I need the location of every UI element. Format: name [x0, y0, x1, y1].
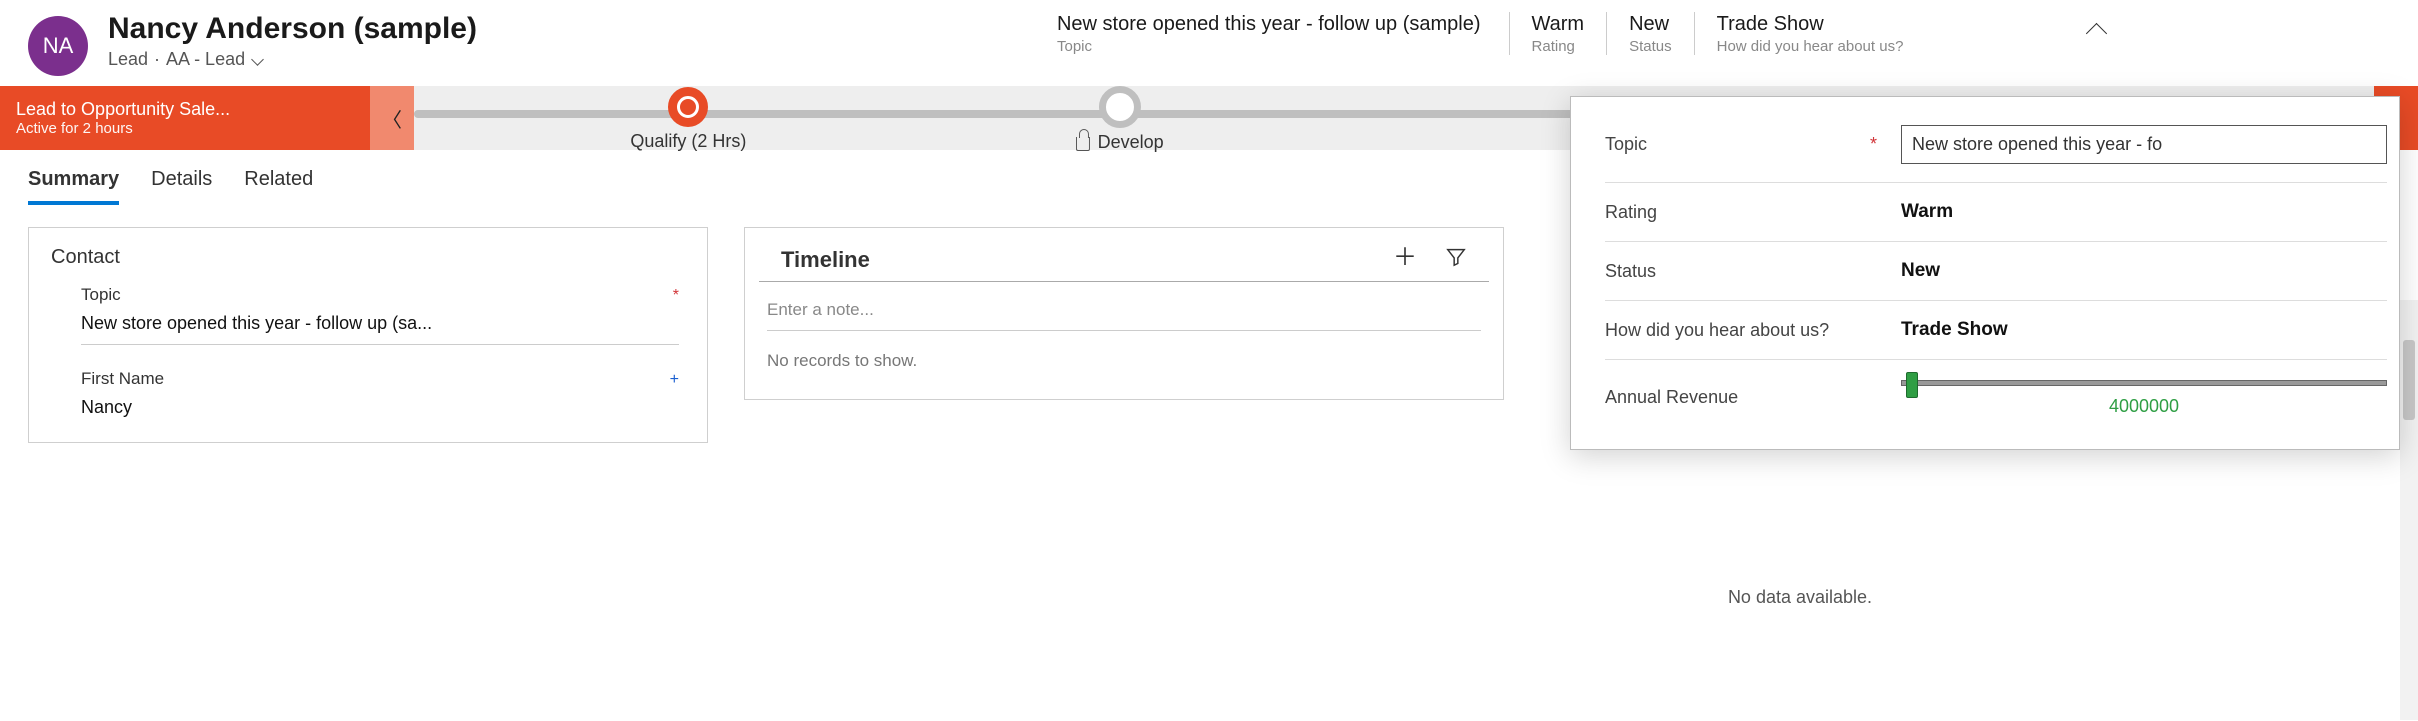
right-rail-empty: No data available.: [1540, 587, 2060, 608]
process-prev-button[interactable]: 〈: [370, 86, 414, 150]
timeline-card: Timeline ＋ Enter a note... No records to…: [744, 227, 1504, 400]
timeline-filter-button[interactable]: [1445, 246, 1467, 273]
header-field-label: How did you hear about us?: [1717, 38, 1904, 55]
timeline-title: Timeline: [781, 247, 870, 273]
timeline-add-button[interactable]: ＋: [1393, 246, 1417, 273]
vertical-scrollbar[interactable]: [2400, 300, 2418, 720]
recommended-indicator-icon: +: [670, 371, 679, 389]
flyout-row-source[interactable]: How did you hear about us? Trade Show: [1605, 301, 2387, 360]
header-field-label: Rating: [1532, 38, 1585, 55]
flyout-topic-input[interactable]: [1901, 125, 2387, 164]
flyout-row-topic: Topic *: [1605, 107, 2387, 183]
field-firstname[interactable]: First Name +: [29, 359, 707, 389]
chevron-down-icon[interactable]: [251, 53, 265, 67]
filter-icon: [1445, 246, 1467, 268]
timeline-note-input[interactable]: Enter a note...: [767, 300, 1481, 331]
header-field-value: Trade Show: [1717, 12, 1904, 36]
title-block: Nancy Anderson (sample) Lead · AA - Lead: [108, 12, 477, 70]
field-value-topic[interactable]: New store opened this year - follow up (…: [81, 305, 679, 345]
header-fields: New store opened this year - follow up (…: [1057, 12, 1925, 55]
contact-card: Contact Topic * New store opened this ye…: [28, 227, 708, 443]
stage-dot-icon: [1099, 86, 1141, 128]
flyout-value: New: [1901, 260, 2387, 282]
stage-develop[interactable]: Develop: [1076, 84, 1164, 153]
required-indicator-icon: *: [673, 287, 679, 305]
flyout-label: Status: [1605, 261, 1656, 282]
flyout-value: Warm: [1901, 201, 2387, 223]
tab-summary[interactable]: Summary: [28, 168, 119, 205]
field-label: First Name: [81, 369, 164, 389]
avatar: NA: [28, 16, 88, 76]
stage-label-text: Develop: [1098, 132, 1164, 153]
header-field-source[interactable]: Trade Show How did you hear about us?: [1694, 12, 1926, 55]
subtitle-sep: ·: [154, 49, 160, 70]
header-field-label: Topic: [1057, 38, 1481, 55]
header-field-rating[interactable]: Warm Rating: [1509, 12, 1607, 55]
header-field-label: Status: [1629, 38, 1672, 55]
revenue-slider[interactable]: [1901, 380, 2387, 386]
stage-label: Develop: [1076, 132, 1164, 153]
header-collapse-toggle[interactable]: [2085, 18, 2109, 42]
scrollbar-thumb[interactable]: [2403, 340, 2415, 420]
tab-related[interactable]: Related: [244, 168, 313, 205]
tab-details[interactable]: Details: [151, 168, 212, 205]
process-info[interactable]: Lead to Opportunity Sale... Active for 2…: [0, 86, 370, 150]
contact-section-title: Contact: [29, 228, 707, 275]
field-label: Topic: [81, 285, 121, 305]
timeline-empty-text: No records to show.: [745, 343, 1503, 399]
record-entity: Lead: [108, 49, 148, 70]
lock-icon: [1076, 137, 1090, 151]
flyout-label: Topic: [1605, 134, 1647, 155]
flyout-row-revenue[interactable]: Annual Revenue 4000000: [1605, 360, 2387, 435]
stage-qualify[interactable]: Qualify (2 Hrs): [630, 85, 746, 152]
header-edit-flyout: Topic * Rating Warm Status New How did y…: [1570, 96, 2400, 450]
flyout-label: How did you hear about us?: [1605, 320, 1829, 341]
plus-icon: ＋: [1393, 244, 1417, 271]
header-field-value: New: [1629, 12, 1672, 36]
header-field-topic[interactable]: New store opened this year - follow up (…: [1057, 12, 1509, 55]
record-header: NA Nancy Anderson (sample) Lead · AA - L…: [0, 0, 2418, 86]
revenue-value: 4000000: [1901, 396, 2387, 417]
process-name: Lead to Opportunity Sale...: [16, 99, 354, 120]
header-field-value: Warm: [1532, 12, 1585, 36]
chevron-left-icon: 〈: [382, 104, 402, 133]
header-field-status[interactable]: New Status: [1606, 12, 1694, 55]
process-duration: Active for 2 hours: [16, 120, 354, 137]
field-topic[interactable]: Topic *: [29, 275, 707, 305]
field-value-firstname[interactable]: Nancy: [81, 389, 679, 428]
record-title: Nancy Anderson (sample): [108, 12, 477, 45]
header-field-value: New store opened this year - follow up (…: [1057, 12, 1481, 36]
record-form: AA - Lead: [166, 49, 245, 70]
record-subtitle[interactable]: Lead · AA - Lead: [108, 49, 477, 70]
flyout-row-rating[interactable]: Rating Warm: [1605, 183, 2387, 242]
flyout-row-status[interactable]: Status New: [1605, 242, 2387, 301]
slider-thumb-icon[interactable]: [1906, 372, 1918, 398]
flyout-label: Annual Revenue: [1605, 387, 1738, 408]
flyout-value: Trade Show: [1901, 319, 2387, 341]
stage-label: Qualify (2 Hrs): [630, 131, 746, 152]
flyout-label: Rating: [1605, 202, 1657, 223]
required-indicator-icon: *: [1870, 134, 1877, 155]
stage-dot-active-icon: [668, 87, 708, 127]
